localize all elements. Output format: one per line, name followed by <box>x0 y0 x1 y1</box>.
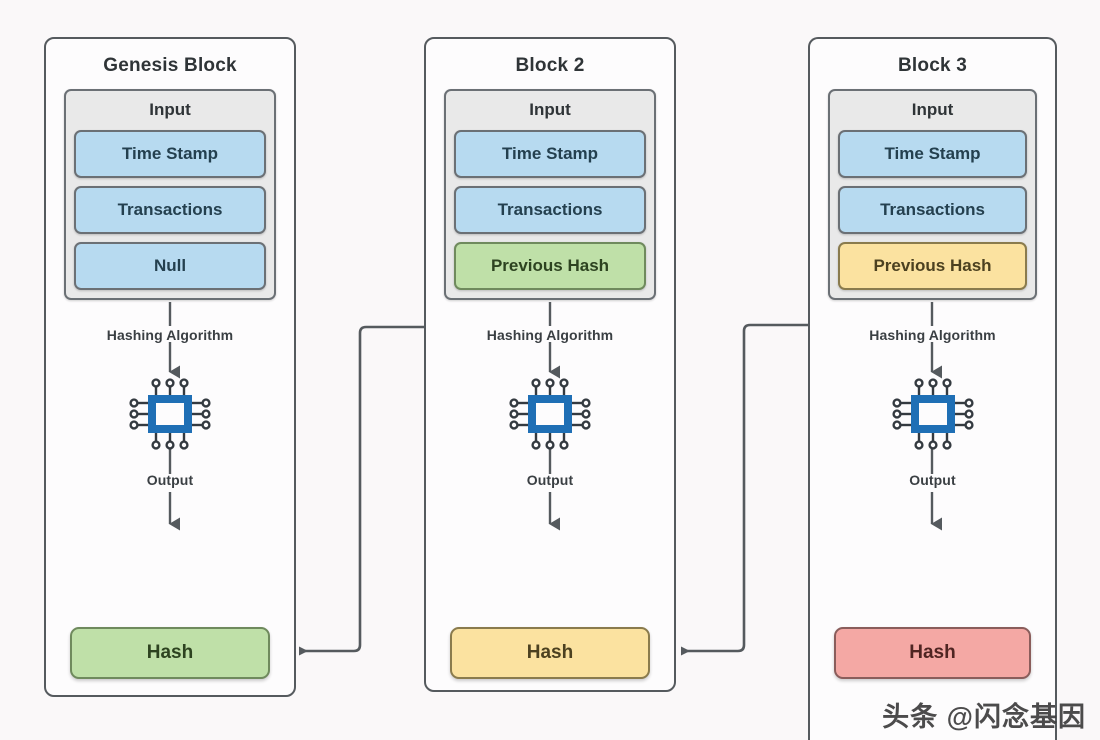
block-card-3[interactable]: Block 3 Input Time Stamp Transactions Pr… <box>808 37 1057 740</box>
hash-box[interactable]: Hash <box>450 627 650 679</box>
field-time-stamp[interactable]: Time Stamp <box>74 130 266 178</box>
watermark: 头条 @闪念基因 <box>882 702 1086 732</box>
cpu-chip-icon <box>883 378 983 455</box>
hash-pipeline: Hashing Algorithm Output <box>46 300 294 540</box>
field-transactions[interactable]: Transactions <box>74 186 266 234</box>
diagram-canvas: Genesis Block Input Time Stamp Transacti… <box>0 0 1100 740</box>
hash-box[interactable]: Hash <box>70 627 270 679</box>
connector-block3-to-block2 <box>681 323 808 656</box>
input-label: Input <box>911 100 954 119</box>
cpu-chip-icon <box>500 378 600 455</box>
input-group: Input Time Stamp Transactions Null <box>64 89 276 300</box>
field-transactions[interactable]: Transactions <box>838 186 1027 234</box>
hash-pipeline: Hashing Algorithm Output <box>810 300 1055 540</box>
hashing-algorithm-label: Hashing Algorithm <box>869 327 996 343</box>
output-label: Output <box>526 472 574 488</box>
field-time-stamp[interactable]: Time Stamp <box>838 130 1027 178</box>
block-card-genesis[interactable]: Genesis Block Input Time Stamp Transacti… <box>44 37 296 697</box>
field-previous-hash[interactable]: Previous Hash <box>454 242 646 290</box>
hash-pipeline: Hashing Algorithm Output <box>426 300 674 540</box>
output-label: Output <box>146 472 194 488</box>
field-previous-hash[interactable]: Previous Hash <box>838 242 1027 290</box>
block-title: Genesis Block <box>103 55 237 76</box>
block-title: Block 3 <box>898 55 967 76</box>
hashing-algorithm-label: Hashing Algorithm <box>486 327 614 343</box>
connector-block2-to-block1 <box>299 325 424 656</box>
input-group: Input Time Stamp Transactions Previous H… <box>444 89 656 300</box>
output-label: Output <box>909 472 956 488</box>
input-label: Input <box>529 100 571 119</box>
block-title: Block 2 <box>515 55 585 76</box>
hash-box[interactable]: Hash <box>834 627 1031 679</box>
field-time-stamp[interactable]: Time Stamp <box>454 130 646 178</box>
block-card-2[interactable]: Block 2 Input Time Stamp Transactions Pr… <box>424 37 676 692</box>
input-group: Input Time Stamp Transactions Previous H… <box>828 89 1037 300</box>
input-label: Input <box>149 100 191 119</box>
field-transactions[interactable]: Transactions <box>454 186 646 234</box>
cpu-chip-icon <box>120 378 220 455</box>
hashing-algorithm-label: Hashing Algorithm <box>106 327 234 343</box>
field-null[interactable]: Null <box>74 242 266 290</box>
